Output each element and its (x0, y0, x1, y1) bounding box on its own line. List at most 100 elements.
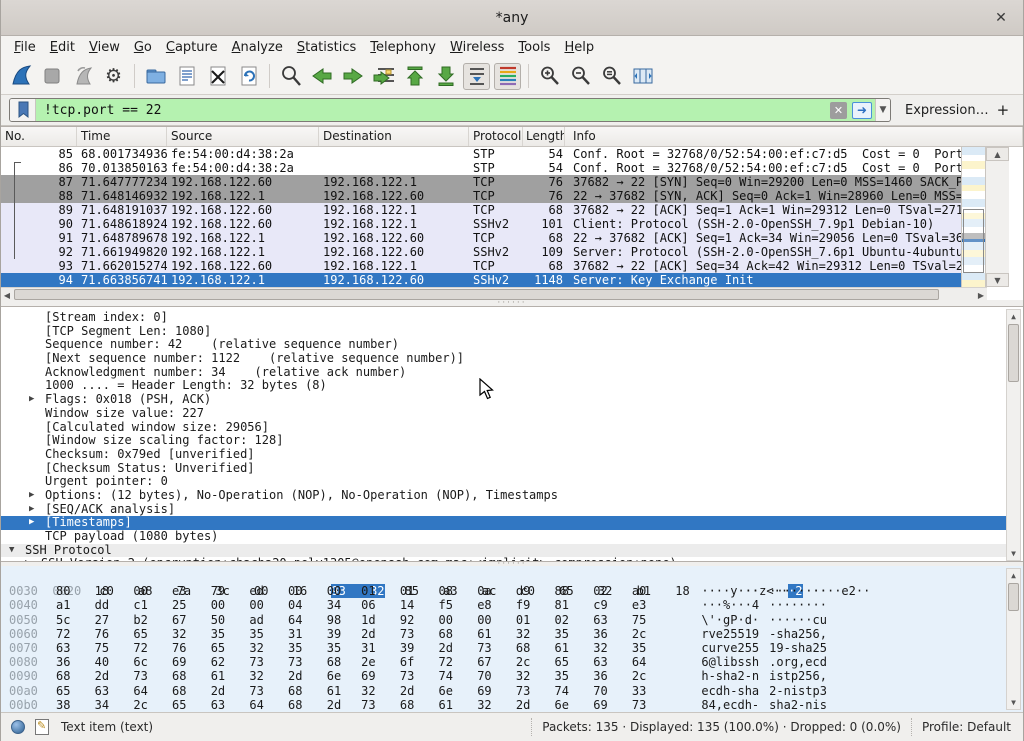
reload-file-button[interactable] (235, 63, 262, 90)
menu-help[interactable]: Help (557, 38, 601, 57)
go-to-top-button[interactable] (401, 63, 428, 90)
detail-row[interactable]: Sequence number: 42 (relative sequence n… (1, 338, 1007, 352)
hex-row-0040[interactable]: 0040a1 dd c1 25 00 00 04 3406 14 f5 e8 f… (1, 598, 1023, 612)
zoom-in-button[interactable] (536, 63, 563, 90)
menu-capture[interactable]: Capture (159, 38, 225, 57)
detail-row-flags[interactable]: ▶Flags: 0x018 (PSH, ACK) (1, 393, 1007, 407)
close-icon[interactable]: ✕ (991, 8, 1011, 28)
detail-row[interactable]: [Next sequence number: 1122 (relative se… (1, 352, 1007, 366)
column-header-destination[interactable]: Destination (319, 127, 469, 146)
detail-row[interactable]: Urgent pointer: 0 (1, 475, 1007, 489)
column-header-source[interactable]: Source (167, 127, 319, 146)
hex-vscroll[interactable]: ▲ ▼ (1006, 568, 1021, 710)
detail-row[interactable]: [Checksum Status: Unverified] (1, 462, 1007, 476)
packet-row-90[interactable]: 9071.648618924192.168.122.60192.168.122.… (1, 217, 987, 231)
scroll-up-icon[interactable]: ▲ (1007, 569, 1020, 582)
hex-row-0090[interactable]: 009068 2d 73 68 61 32 2d 6e69 73 74 70 3… (1, 669, 1023, 683)
menu-wireless[interactable]: Wireless (443, 38, 511, 57)
scroll-up-icon[interactable]: ▲ (1007, 310, 1020, 323)
go-back-button[interactable] (308, 63, 335, 90)
detail-row[interactable]: [Window size scaling factor: 128] (1, 434, 1007, 448)
go-forward-button[interactable] (339, 63, 366, 90)
detail-row[interactable]: [TCP Segment Len: 1080] (1, 325, 1007, 339)
column-header-info[interactable]: Info (565, 127, 1023, 146)
save-file-button[interactable] (173, 63, 200, 90)
start-capture-button[interactable] (7, 63, 34, 90)
colorize-toggle[interactable] (494, 63, 521, 90)
packet-row-86[interactable]: 8670.013850163fe:54:00:d4:38:2aSTP54Conf… (1, 161, 987, 175)
filter-clear-button[interactable]: ✕ (830, 102, 847, 119)
zoom-100-button[interactable] (598, 63, 625, 90)
packet-row-88[interactable]: 8871.648146932192.168.122.1192.168.122.6… (1, 189, 987, 203)
hex-row-0020[interactable]: 0020c0 a8 7a 3c 00 16 93 3285 a3 ac c0 6… (1, 570, 1023, 584)
column-header-time[interactable]: Time (77, 127, 167, 146)
capture-options-button[interactable]: ⚙ (100, 63, 127, 90)
hex-row-0050[interactable]: 00505c 27 b2 67 50 ad 64 981d 92 00 00 0… (1, 613, 1023, 627)
detail-row[interactable]: Window size value: 227 (1, 407, 1007, 421)
expander-right-icon[interactable]: ▶ (29, 503, 34, 517)
packet-row-91[interactable]: 9171.648789678192.168.122.1192.168.122.6… (1, 231, 987, 245)
menu-statistics[interactable]: Statistics (290, 38, 363, 57)
expert-info-icon[interactable] (11, 720, 25, 734)
details-vscroll-thumb[interactable] (1008, 324, 1019, 382)
detail-row-timestamps-selected[interactable]: ▶[Timestamps] (1, 516, 1007, 530)
menu-telephony[interactable]: Telephony (363, 38, 443, 57)
column-header-protocol[interactable]: Protocol (469, 127, 523, 146)
menu-file[interactable]: File (7, 38, 43, 57)
menu-analyze[interactable]: Analyze (225, 38, 290, 57)
hex-row-0060[interactable]: 006072 76 65 32 35 35 31 392d 73 68 61 3… (1, 627, 1023, 641)
detail-row-ssh-protocol[interactable]: ▼SSH Protocol (1, 544, 1007, 558)
restart-capture-button[interactable] (69, 63, 96, 90)
zoom-out-button[interactable] (567, 63, 594, 90)
packet-row-87[interactable]: 8771.647777234192.168.122.60192.168.122.… (1, 175, 987, 189)
packet-hscroll[interactable]: ◀ ▶ (1, 287, 987, 301)
filter-history-dropdown[interactable]: ▼ (875, 99, 890, 121)
hex-row-0080[interactable]: 008036 40 6c 69 62 73 73 682e 6f 72 67 2… (1, 655, 1023, 669)
minimap-thumb[interactable] (963, 209, 984, 273)
capture-comment-icon[interactable] (35, 719, 49, 735)
packet-row-89[interactable]: 8971.648191037192.168.122.60192.168.122.… (1, 203, 987, 217)
packet-row-85[interactable]: 8568.001734936fe:54:00:d4:38:2aSTP54Conf… (1, 147, 987, 161)
display-filter-input[interactable] (36, 99, 826, 121)
hex-row-0070[interactable]: 007063 75 72 76 65 32 35 3531 39 2d 73 6… (1, 641, 1023, 655)
expander-down-icon[interactable]: ▼ (9, 544, 14, 558)
detail-row[interactable]: 1000 .... = Header Length: 32 bytes (8) (1, 379, 1007, 393)
auto-scroll-toggle[interactable] (463, 63, 490, 90)
column-header-no[interactable]: No. (1, 127, 77, 146)
find-packet-button[interactable] (277, 63, 304, 90)
detail-row[interactable]: [Calculated window size: 29056] (1, 421, 1007, 435)
menu-edit[interactable]: Edit (43, 38, 82, 57)
detail-row[interactable]: [Stream index: 0] (1, 311, 1007, 325)
expander-right-icon[interactable]: ▶ (29, 393, 34, 407)
detail-row-seqack[interactable]: ▶[SEQ/ACK analysis] (1, 503, 1007, 517)
packet-vscroll[interactable]: ▲ ▼ (985, 147, 1009, 287)
scroll-down-icon[interactable]: ▼ (1007, 696, 1020, 709)
menu-view[interactable]: View (82, 38, 127, 57)
status-profile[interactable]: Profile: Default (911, 718, 1023, 736)
scroll-down-icon[interactable]: ▼ (1007, 547, 1020, 560)
packet-minimap-scrollbar[interactable] (961, 147, 985, 287)
hscroll-thumb[interactable] (14, 289, 939, 300)
go-to-packet-button[interactable] (370, 63, 397, 90)
detail-row[interactable]: TCP payload (1080 bytes) (1, 530, 1007, 544)
scroll-up-icon[interactable]: ▲ (986, 147, 1009, 161)
menu-go[interactable]: Go (127, 38, 159, 57)
filter-apply-button[interactable]: ➜ (852, 102, 872, 119)
open-file-button[interactable] (142, 63, 169, 90)
detail-row[interactable]: Checksum: 0x79ed [unverified] (1, 448, 1007, 462)
packet-row-92[interactable]: 9271.661949820192.168.122.1192.168.122.6… (1, 245, 987, 259)
expression-button[interactable]: Expression… (905, 103, 989, 118)
details-vscroll[interactable]: ▲ ▼ (1006, 309, 1021, 561)
hex-row-00a0[interactable]: 00a065 63 64 68 2d 73 68 6132 2d 6e 69 7… (1, 684, 1023, 698)
expander-right-icon[interactable]: ▶ (29, 489, 34, 503)
go-to-bottom-button[interactable] (432, 63, 459, 90)
column-header-length[interactable]: Length (523, 127, 565, 146)
menu-tools[interactable]: Tools (511, 38, 557, 57)
close-file-button[interactable] (204, 63, 231, 90)
hex-row-00b0[interactable]: 00b038 34 2c 65 63 64 68 2d73 68 61 32 2… (1, 698, 1023, 712)
detail-row-options[interactable]: ▶Options: (12 bytes), No-Operation (NOP)… (1, 489, 1007, 503)
expander-right-icon[interactable]: ▶ (29, 516, 34, 530)
resize-columns-button[interactable] (629, 63, 656, 90)
hex-vscroll-thumb[interactable] (1008, 583, 1019, 611)
stop-capture-button[interactable] (38, 63, 65, 90)
